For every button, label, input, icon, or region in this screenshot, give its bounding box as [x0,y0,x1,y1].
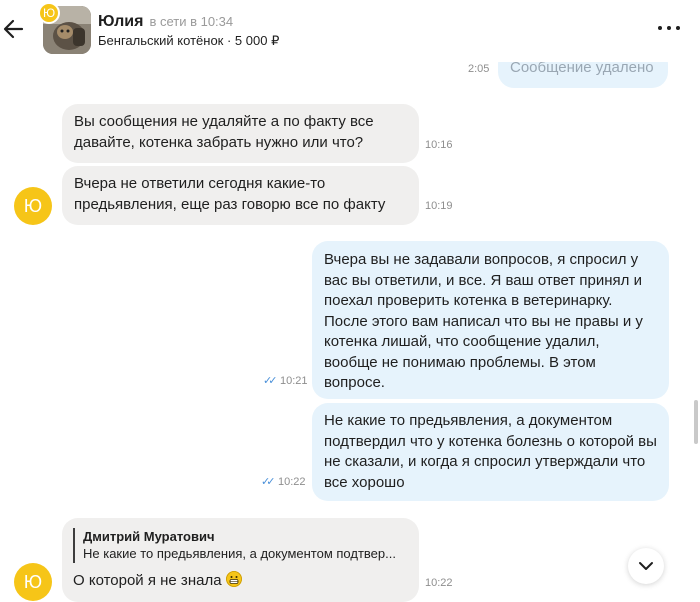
message-text: О которой я не знала [73,572,222,589]
chevron-down-icon [639,562,653,570]
quote-text: Не какие то предьявления, а документом п… [83,546,396,561]
message-text: Вчера не ответили сегодня какие-то предь… [74,175,386,213]
scrollbar-thumb[interactable] [694,400,698,444]
message-text: Вы сообщения не удаляйте а по факту все … [74,113,374,151]
message-time: 2:05 [468,63,490,75]
listing-subtitle[interactable]: Бенгальский котёнок · 5 000 ₽ [98,33,279,49]
grinning-emoji-icon [225,571,242,587]
double-check-icon: ✓✓ [263,375,278,387]
outgoing-message[interactable]: Вчера вы не задавали вопросов, я спросил… [312,241,669,399]
message-time: 10:19 [425,200,453,212]
back-arrow-icon [3,19,24,39]
sender-avatar[interactable]: Ю [14,563,52,601]
message-text: Вчера вы не задавали вопросов, я спросил… [324,251,643,391]
message-time: 10:21 [280,375,308,387]
back-button[interactable] [2,15,26,43]
sender-avatar[interactable]: Ю [14,187,52,225]
reply-quote[interactable]: Дмитрий Муратович Не какие то предьявлен… [73,528,408,563]
more-options-icon[interactable] [654,18,684,38]
contact-name: Юлия [98,13,144,30]
contact-avatar[interactable]: Ю [38,2,92,56]
double-check-icon: ✓✓ [261,476,276,488]
chat-header: Ю Юлия в сети в 10:34 Бенгальский котёно… [0,0,700,62]
quote-author: Дмитрий Муратович [83,529,215,544]
message-time: 10:22 [278,476,306,488]
contact-name-line[interactable]: Юлия в сети в 10:34 [98,13,233,31]
avatar-letter-badge: Ю [38,2,60,24]
message-time: 10:22 [425,577,453,589]
message-text: Не какие то предьявления, а документом п… [324,412,657,491]
incoming-message[interactable]: Вы сообщения не удаляйте а по факту все … [62,104,419,163]
chat-area: Сообщение удалено 2:05 Вы сообщения не у… [0,0,700,602]
message-time: 10:16 [425,139,453,151]
incoming-message-with-reply[interactable]: Дмитрий Муратович Не какие то предьявлен… [62,518,419,602]
scroll-down-button[interactable] [628,548,664,584]
online-status: в сети в 10:34 [149,14,234,29]
outgoing-message[interactable]: Не какие то предьявления, а документом п… [312,403,669,501]
incoming-message[interactable]: Вчера не ответили сегодня какие-то предь… [62,166,419,225]
